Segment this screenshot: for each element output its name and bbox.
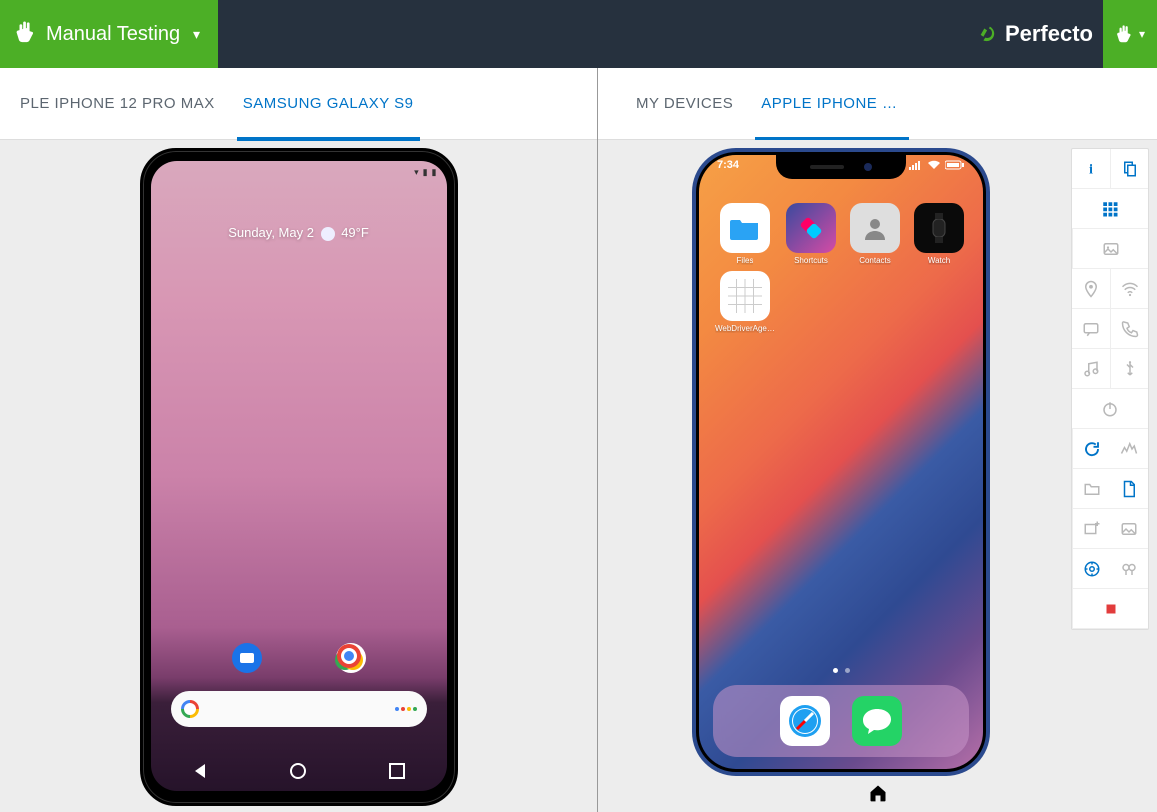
document-button[interactable] xyxy=(1110,469,1148,509)
rotate-button[interactable] xyxy=(1072,429,1110,469)
split-view: PLE IPHONE 12 PRO MAX SAMSUNG GALAXY S9 … xyxy=(0,68,1157,812)
ios-page-dots xyxy=(699,668,983,673)
safari-app[interactable] xyxy=(780,696,830,746)
brand-area: Perfecto ▾ xyxy=(967,0,1157,68)
device-toolbar: i xyxy=(1071,148,1149,630)
tab-galaxy-s9[interactable]: SAMSUNG GALAXY S9 xyxy=(229,68,428,140)
chevron-down-icon: ▾ xyxy=(1139,27,1145,41)
svg-text:i: i xyxy=(1089,161,1093,176)
wifi-button[interactable] xyxy=(1110,269,1148,309)
ios-time: 7:34 xyxy=(717,159,739,171)
message-icon xyxy=(862,707,892,735)
messages-app[interactable] xyxy=(852,696,902,746)
power-button[interactable] xyxy=(1072,389,1148,429)
app-label: Shortcuts xyxy=(794,256,828,265)
audio-button[interactable] xyxy=(1072,349,1110,389)
date-text: Sunday, May 2 xyxy=(228,225,314,240)
android-recent-button[interactable] xyxy=(389,763,405,779)
android-screen[interactable]: ▾ ▮ ▮ Sunday, May 2 49°F xyxy=(151,161,447,791)
location-button[interactable] xyxy=(1072,269,1110,309)
android-app-row xyxy=(151,643,447,673)
copy-button[interactable] xyxy=(1110,149,1148,189)
brand-text: Perfecto xyxy=(1005,21,1093,47)
brand-logo: Perfecto xyxy=(967,21,1103,47)
help-button[interactable] xyxy=(1072,549,1110,589)
files-button[interactable] xyxy=(1072,469,1110,509)
messages-app-icon[interactable] xyxy=(232,643,262,673)
wifi-icon: ▾ xyxy=(414,167,419,178)
hand-icon xyxy=(1115,25,1133,43)
left-pane: PLE IPHONE 12 PRO MAX SAMSUNG GALAXY S9 … xyxy=(0,68,598,812)
right-tabbar: MY DEVICES APPLE IPHONE 12 PR... xyxy=(598,68,1157,140)
android-date-widget: Sunday, May 2 49°F xyxy=(151,225,447,241)
chevron-down-icon: ▾ xyxy=(193,26,200,43)
assistant-icon xyxy=(395,707,417,711)
wifi-icon xyxy=(927,160,941,170)
android-home-button[interactable] xyxy=(290,763,306,779)
webdriveragent-app[interactable]: WebDriverAgen... xyxy=(715,271,775,333)
tab-iphone12pro[interactable]: APPLE IPHONE 12 PR... xyxy=(747,68,917,140)
contact-icon xyxy=(861,214,889,242)
call-button[interactable] xyxy=(1110,309,1148,349)
home-button-indicator[interactable] xyxy=(868,783,888,808)
iphone-screen[interactable]: 7:34 Files xyxy=(699,155,983,769)
ios-app-grid: Files Shortcuts Contacts xyxy=(715,203,967,333)
top-bar: Manual Testing ▾ Perfecto ▾ xyxy=(0,0,1157,68)
signal-icon: ▮ xyxy=(423,167,428,178)
ios-dock xyxy=(713,685,969,757)
right-pane: MY DEVICES APPLE IPHONE 12 PR... 7:34 xyxy=(598,68,1157,812)
app-label: Watch xyxy=(928,256,950,265)
watch-icon xyxy=(928,213,950,243)
apps-grid-button[interactable] xyxy=(1072,189,1148,229)
android-status-bar: ▾ ▮ ▮ xyxy=(151,161,447,183)
weather-icon xyxy=(321,227,335,241)
shortcuts-app[interactable]: Shortcuts xyxy=(783,203,839,265)
shortcuts-icon xyxy=(798,215,824,241)
google-search-bar[interactable] xyxy=(171,691,427,727)
tab-iphone12promax[interactable]: PLE IPHONE 12 PRO MAX xyxy=(6,68,229,140)
google-icon xyxy=(181,700,199,718)
safari-icon xyxy=(787,703,823,739)
gallery-button[interactable] xyxy=(1110,509,1148,549)
watch-app[interactable]: Watch xyxy=(911,203,967,265)
tab-my-devices[interactable]: MY DEVICES xyxy=(622,68,747,140)
app-label: WebDriverAgen... xyxy=(715,324,775,333)
iphone-device-frame: 7:34 Files xyxy=(692,148,990,776)
network-button[interactable] xyxy=(1110,429,1148,469)
android-device-frame: ▾ ▮ ▮ Sunday, May 2 49°F xyxy=(140,148,458,806)
grid-icon xyxy=(728,279,762,313)
status-icons: ▾ ▮ ▮ xyxy=(414,167,436,178)
app-label: Contacts xyxy=(859,256,891,265)
left-device-stage: ▾ ▮ ▮ Sunday, May 2 49°F xyxy=(0,140,597,812)
ios-status-icons xyxy=(909,159,965,171)
usb-button[interactable] xyxy=(1110,349,1148,389)
battery-icon: ▮ xyxy=(432,167,437,178)
mode-label: Manual Testing xyxy=(46,23,180,46)
mode-dropdown[interactable]: Manual Testing ▾ xyxy=(0,0,218,68)
android-nav-bar xyxy=(151,763,447,779)
object-spy-button[interactable] xyxy=(1110,549,1148,589)
temp-text: 49°F xyxy=(341,225,369,240)
screenshot-button[interactable] xyxy=(1072,229,1148,269)
chrome-app-icon[interactable] xyxy=(336,643,366,673)
left-tabbar: PLE IPHONE 12 PRO MAX SAMSUNG GALAXY S9 xyxy=(0,68,597,140)
sms-button[interactable] xyxy=(1072,309,1110,349)
inject-image-button[interactable] xyxy=(1072,509,1110,549)
session-dropdown[interactable]: ▾ xyxy=(1103,0,1157,68)
stop-button[interactable] xyxy=(1072,589,1148,629)
contacts-app[interactable]: Contacts xyxy=(847,203,903,265)
battery-icon xyxy=(945,160,965,170)
files-app[interactable]: Files xyxy=(715,203,775,265)
signal-icon xyxy=(909,160,923,170)
hand-icon xyxy=(14,21,36,48)
android-back-button[interactable] xyxy=(192,763,208,779)
iphone-notch xyxy=(776,155,906,179)
info-button[interactable]: i xyxy=(1072,149,1110,189)
folder-icon xyxy=(730,216,760,240)
app-label: Files xyxy=(737,256,754,265)
